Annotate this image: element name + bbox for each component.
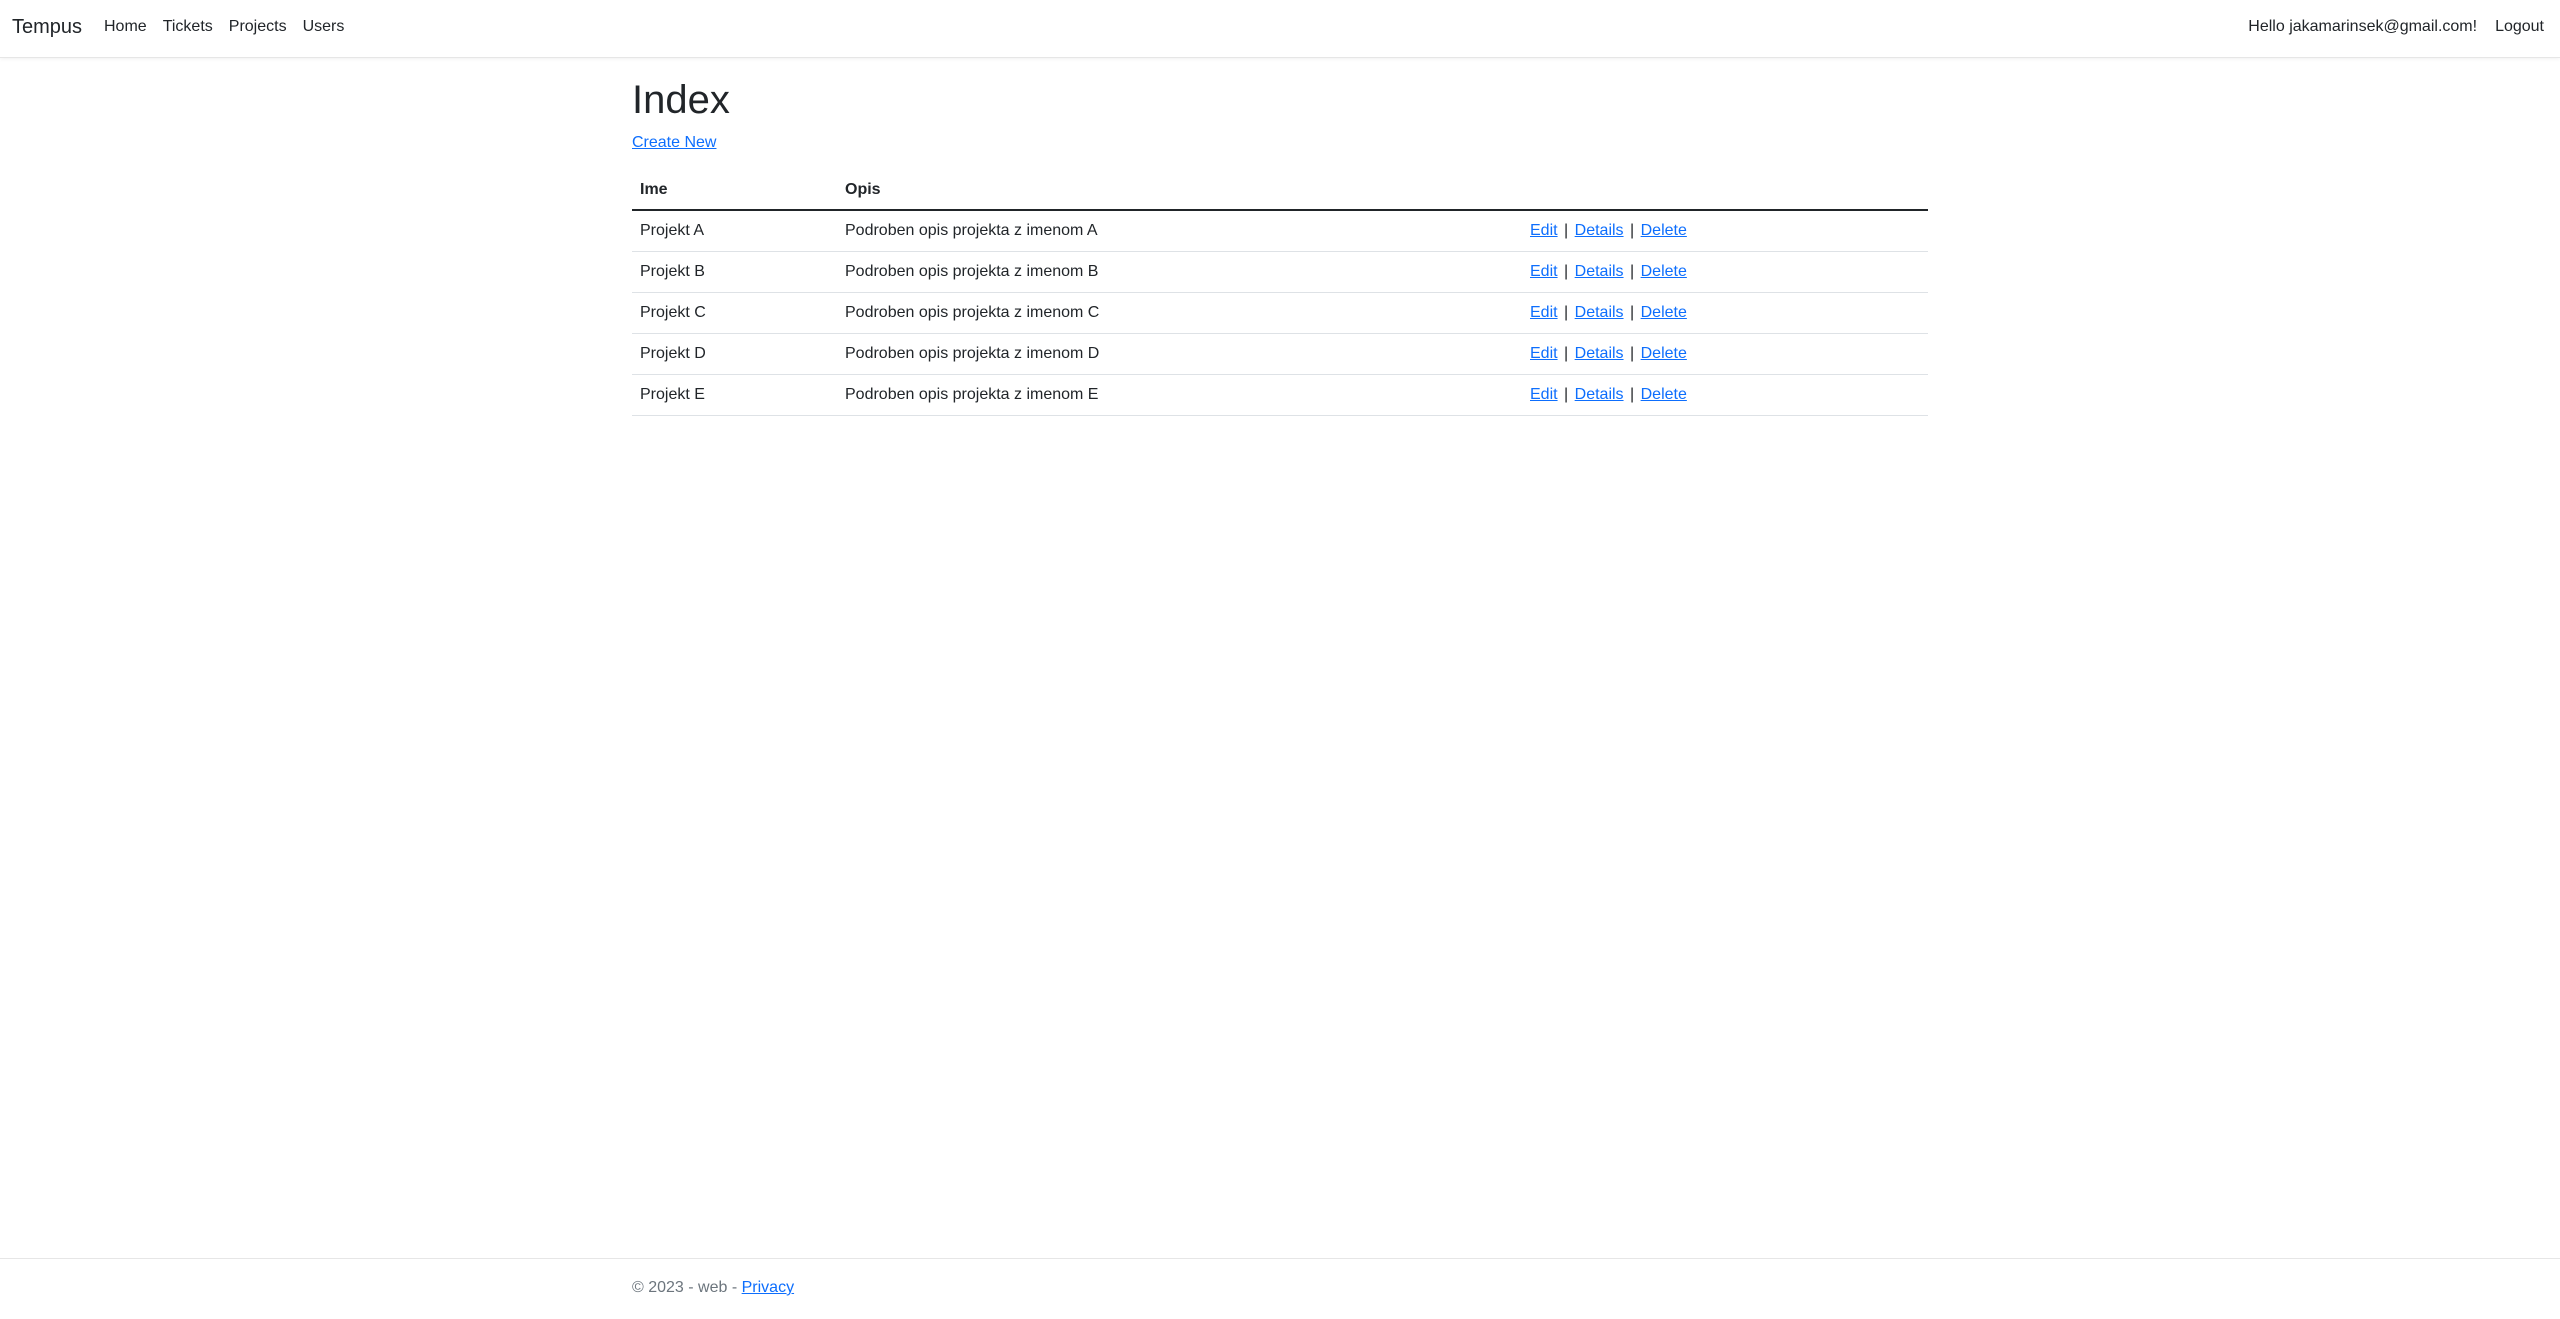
separator: | xyxy=(1630,303,1635,321)
delete-link[interactable]: Delete xyxy=(1641,304,1687,321)
row-name: Projekt B xyxy=(632,251,837,293)
edit-link[interactable]: Edit xyxy=(1530,222,1558,239)
nav-tickets[interactable]: Tickets xyxy=(163,18,213,36)
nav-projects[interactable]: Projects xyxy=(229,18,287,36)
separator: | xyxy=(1564,262,1569,280)
table-row: Projekt B Podroben opis projekta z imeno… xyxy=(632,251,1928,293)
row-description: Podroben opis projekta z imenom C xyxy=(837,292,1522,334)
delete-link[interactable]: Delete xyxy=(1641,222,1687,239)
row-actions: Edit | Details | Delete xyxy=(1522,333,1928,375)
row-description: Podroben opis projekta z imenom A xyxy=(837,210,1522,252)
privacy-link[interactable]: Privacy xyxy=(742,1279,794,1296)
row-actions: Edit | Details | Delete xyxy=(1522,251,1928,293)
row-name: Projekt A xyxy=(632,210,837,252)
row-name: Projekt E xyxy=(632,374,837,416)
details-link[interactable]: Details xyxy=(1575,304,1624,321)
row-description: Podroben opis projekta z imenom E xyxy=(837,374,1522,416)
copyright-text: © 2023 - web - xyxy=(632,1279,738,1296)
separator: | xyxy=(1564,221,1569,239)
separator: | xyxy=(1564,344,1569,362)
details-link[interactable]: Details xyxy=(1575,263,1624,280)
nav-home[interactable]: Home xyxy=(104,18,147,36)
row-name: Projekt C xyxy=(632,292,837,334)
user-greeting-link[interactable]: Hello jakamarinsek@gmail.com! xyxy=(2248,18,2477,36)
separator: | xyxy=(1630,385,1635,403)
header-ime: Ime xyxy=(632,170,837,211)
logout-button[interactable]: Logout xyxy=(2495,18,2544,36)
main-content: Index Create New Ime Opis Projekt A Podr… xyxy=(632,58,1928,416)
edit-link[interactable]: Edit xyxy=(1530,345,1558,362)
main-nav: Home Tickets Projects Users xyxy=(104,18,360,36)
page-footer: © 2023 - web - Privacy xyxy=(0,1258,2560,1319)
projects-table: Ime Opis Projekt A Podroben opis projekt… xyxy=(632,170,1928,416)
table-row: Projekt E Podroben opis projekta z imeno… xyxy=(632,374,1928,416)
separator: | xyxy=(1630,262,1635,280)
row-description: Podroben opis projekta z imenom B xyxy=(837,251,1522,293)
separator: | xyxy=(1630,221,1635,239)
details-link[interactable]: Details xyxy=(1575,386,1624,403)
brand-link[interactable]: Tempus xyxy=(12,16,82,39)
nav-users[interactable]: Users xyxy=(303,18,345,36)
footer-content: © 2023 - web - Privacy xyxy=(632,1279,794,1297)
create-new-link[interactable]: Create New xyxy=(632,134,716,152)
header-actions xyxy=(1522,170,1928,211)
table-row: Projekt A Podroben opis projekta z imeno… xyxy=(632,210,1928,252)
edit-link[interactable]: Edit xyxy=(1530,304,1558,321)
separator: | xyxy=(1564,303,1569,321)
page-title: Index xyxy=(632,78,730,122)
table-row: Projekt D Podroben opis projekta z imeno… xyxy=(632,333,1928,375)
row-actions: Edit | Details | Delete xyxy=(1522,374,1928,416)
separator: | xyxy=(1564,385,1569,403)
table-header-row: Ime Opis xyxy=(632,170,1928,211)
user-nav: Hello jakamarinsek@gmail.com! Logout xyxy=(2230,18,2544,36)
top-navbar: Tempus Home Tickets Projects Users Hello… xyxy=(0,0,2560,58)
row-name: Projekt D xyxy=(632,333,837,375)
row-description: Podroben opis projekta z imenom D xyxy=(837,333,1522,375)
table-row: Projekt C Podroben opis projekta z imeno… xyxy=(632,292,1928,334)
edit-link[interactable]: Edit xyxy=(1530,386,1558,403)
row-actions: Edit | Details | Delete xyxy=(1522,210,1928,252)
edit-link[interactable]: Edit xyxy=(1530,263,1558,280)
header-opis: Opis xyxy=(837,170,1522,211)
delete-link[interactable]: Delete xyxy=(1641,263,1687,280)
delete-link[interactable]: Delete xyxy=(1641,386,1687,403)
details-link[interactable]: Details xyxy=(1575,345,1624,362)
delete-link[interactable]: Delete xyxy=(1641,345,1687,362)
separator: | xyxy=(1630,344,1635,362)
row-actions: Edit | Details | Delete xyxy=(1522,292,1928,334)
details-link[interactable]: Details xyxy=(1575,222,1624,239)
